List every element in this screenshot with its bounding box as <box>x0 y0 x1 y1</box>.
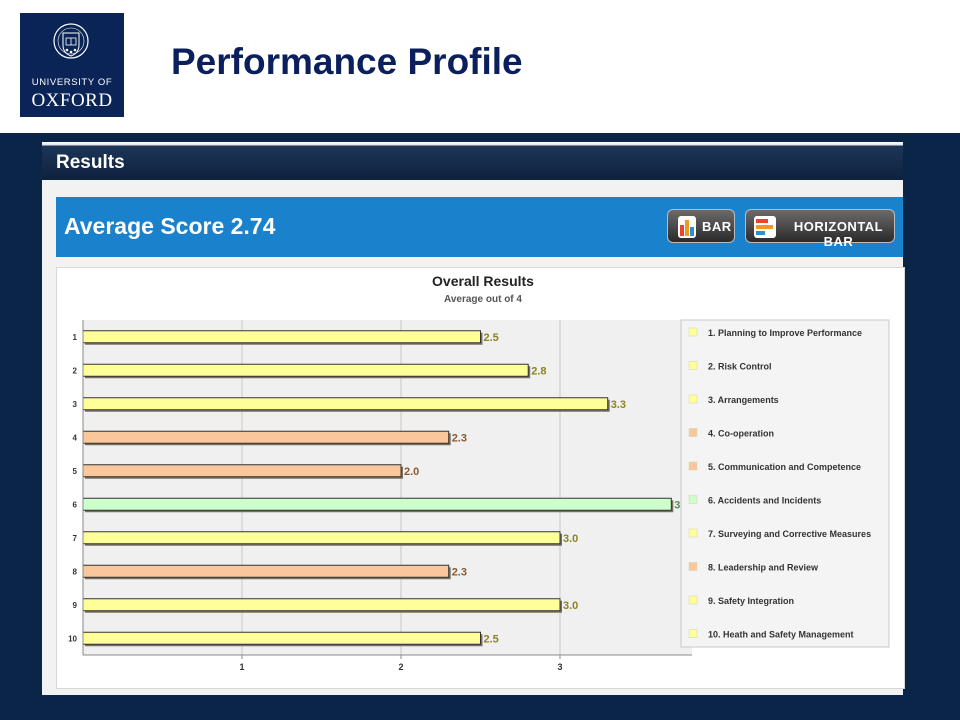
category-label: 2 <box>73 366 78 375</box>
overall-results-chart: Overall Results Average out of 4 2.5 2.8 3… <box>68 273 890 672</box>
x-tick-label: 3 <box>557 662 562 672</box>
bar-value-label: 3 <box>674 499 680 511</box>
legend-swatch <box>688 428 698 437</box>
bar <box>82 598 561 612</box>
bar-value-label: 2.5 <box>484 633 499 645</box>
legend-swatch <box>688 327 698 337</box>
bar-value-label: 2.0 <box>404 466 419 478</box>
legend-label: 8. Leadership and Review <box>708 563 819 573</box>
legend-swatch <box>688 595 698 605</box>
bar-value-label: 2.3 <box>452 566 467 578</box>
logo-line-1: UNIVERSITY OF <box>31 77 113 88</box>
x-tick-label: 2 <box>398 662 403 672</box>
bar-value-label: 3.0 <box>563 600 578 612</box>
category-label: 6 <box>73 500 78 509</box>
bar-value-label: 2.3 <box>452 432 467 444</box>
category-label: 7 <box>73 534 78 543</box>
bar <box>82 564 450 578</box>
average-score: Average Score 2.74 <box>64 213 276 239</box>
category-label: 1 <box>73 333 78 342</box>
bar-chart-button[interactable]: BAR <box>667 209 735 243</box>
results-title: Results <box>56 152 125 173</box>
bar <box>82 631 481 645</box>
category-label: 10 <box>68 634 77 643</box>
legend-label: 6. Accidents and Incidents <box>708 496 821 506</box>
legend-swatch <box>688 528 698 538</box>
category-label: 8 <box>73 567 78 576</box>
category-label: 4 <box>73 433 78 442</box>
bar <box>82 397 609 411</box>
bar-button-label: BAR <box>702 219 732 234</box>
bar <box>82 363 529 377</box>
legend-label: 7. Surveying and Corrective Measures <box>708 529 871 539</box>
legend-swatch <box>688 361 698 370</box>
bar-value-label: 2.5 <box>484 332 499 344</box>
bar <box>82 464 402 478</box>
bar <box>82 430 450 444</box>
legend-label: 5. Communication and Competence <box>708 462 861 472</box>
bar <box>82 531 561 545</box>
legend-label: 1. Planning to Improve Performance <box>708 328 862 338</box>
legend-label: 9. Safety Integration <box>708 596 794 606</box>
horizontal-bar-button-label: HORIZONTAL BAR <box>793 219 884 249</box>
horizontal-bar-chart-icon <box>754 216 776 238</box>
average-score-bar: Average Score 2.74 BAR HORIZONTAL BAR <box>56 197 903 257</box>
results-header: Results <box>42 142 903 180</box>
legend-swatch <box>688 562 698 571</box>
oxford-logo: UNIVERSITY OF OXFORD <box>20 13 124 117</box>
results-screenshot: Results Average Score 2.74 BAR HORIZONTA… <box>42 142 905 695</box>
legend-label: 2. Risk Control <box>708 362 772 372</box>
legend-label: 3. Arrangements <box>708 395 779 405</box>
legend-label: 4. Co-operation <box>708 429 774 439</box>
bar-value-label: 3.3 <box>611 399 626 411</box>
legend-swatch <box>688 495 698 504</box>
bar-chart-icon <box>678 216 696 238</box>
chart-title: Overall Results <box>432 273 534 289</box>
legend-swatch <box>688 461 698 471</box>
logo-line-2: OXFORD <box>31 90 113 111</box>
legend-swatch <box>688 629 698 638</box>
crest-icon <box>53 23 89 59</box>
slide-header: UNIVERSITY OF OXFORD Performance Profile <box>0 0 960 133</box>
category-label: 3 <box>73 400 78 409</box>
bar-value-label: 2.8 <box>531 365 546 377</box>
legend-swatch <box>688 394 698 404</box>
category-label: 5 <box>73 467 78 476</box>
chart-panel: Overall Results Average out of 4 2.5 2.8 3… <box>56 267 905 689</box>
bar <box>82 497 672 511</box>
chart-subtitle: Average out of 4 <box>444 294 522 305</box>
legend-label: 10. Heath and Safety Management <box>708 630 854 640</box>
page-title: Performance Profile <box>171 41 523 82</box>
category-label: 9 <box>73 601 78 610</box>
horizontal-bar-chart-button[interactable]: HORIZONTAL BAR <box>745 209 895 249</box>
bar <box>82 330 481 344</box>
bar-value-label: 3.0 <box>563 533 578 545</box>
x-tick-label: 1 <box>239 662 244 672</box>
